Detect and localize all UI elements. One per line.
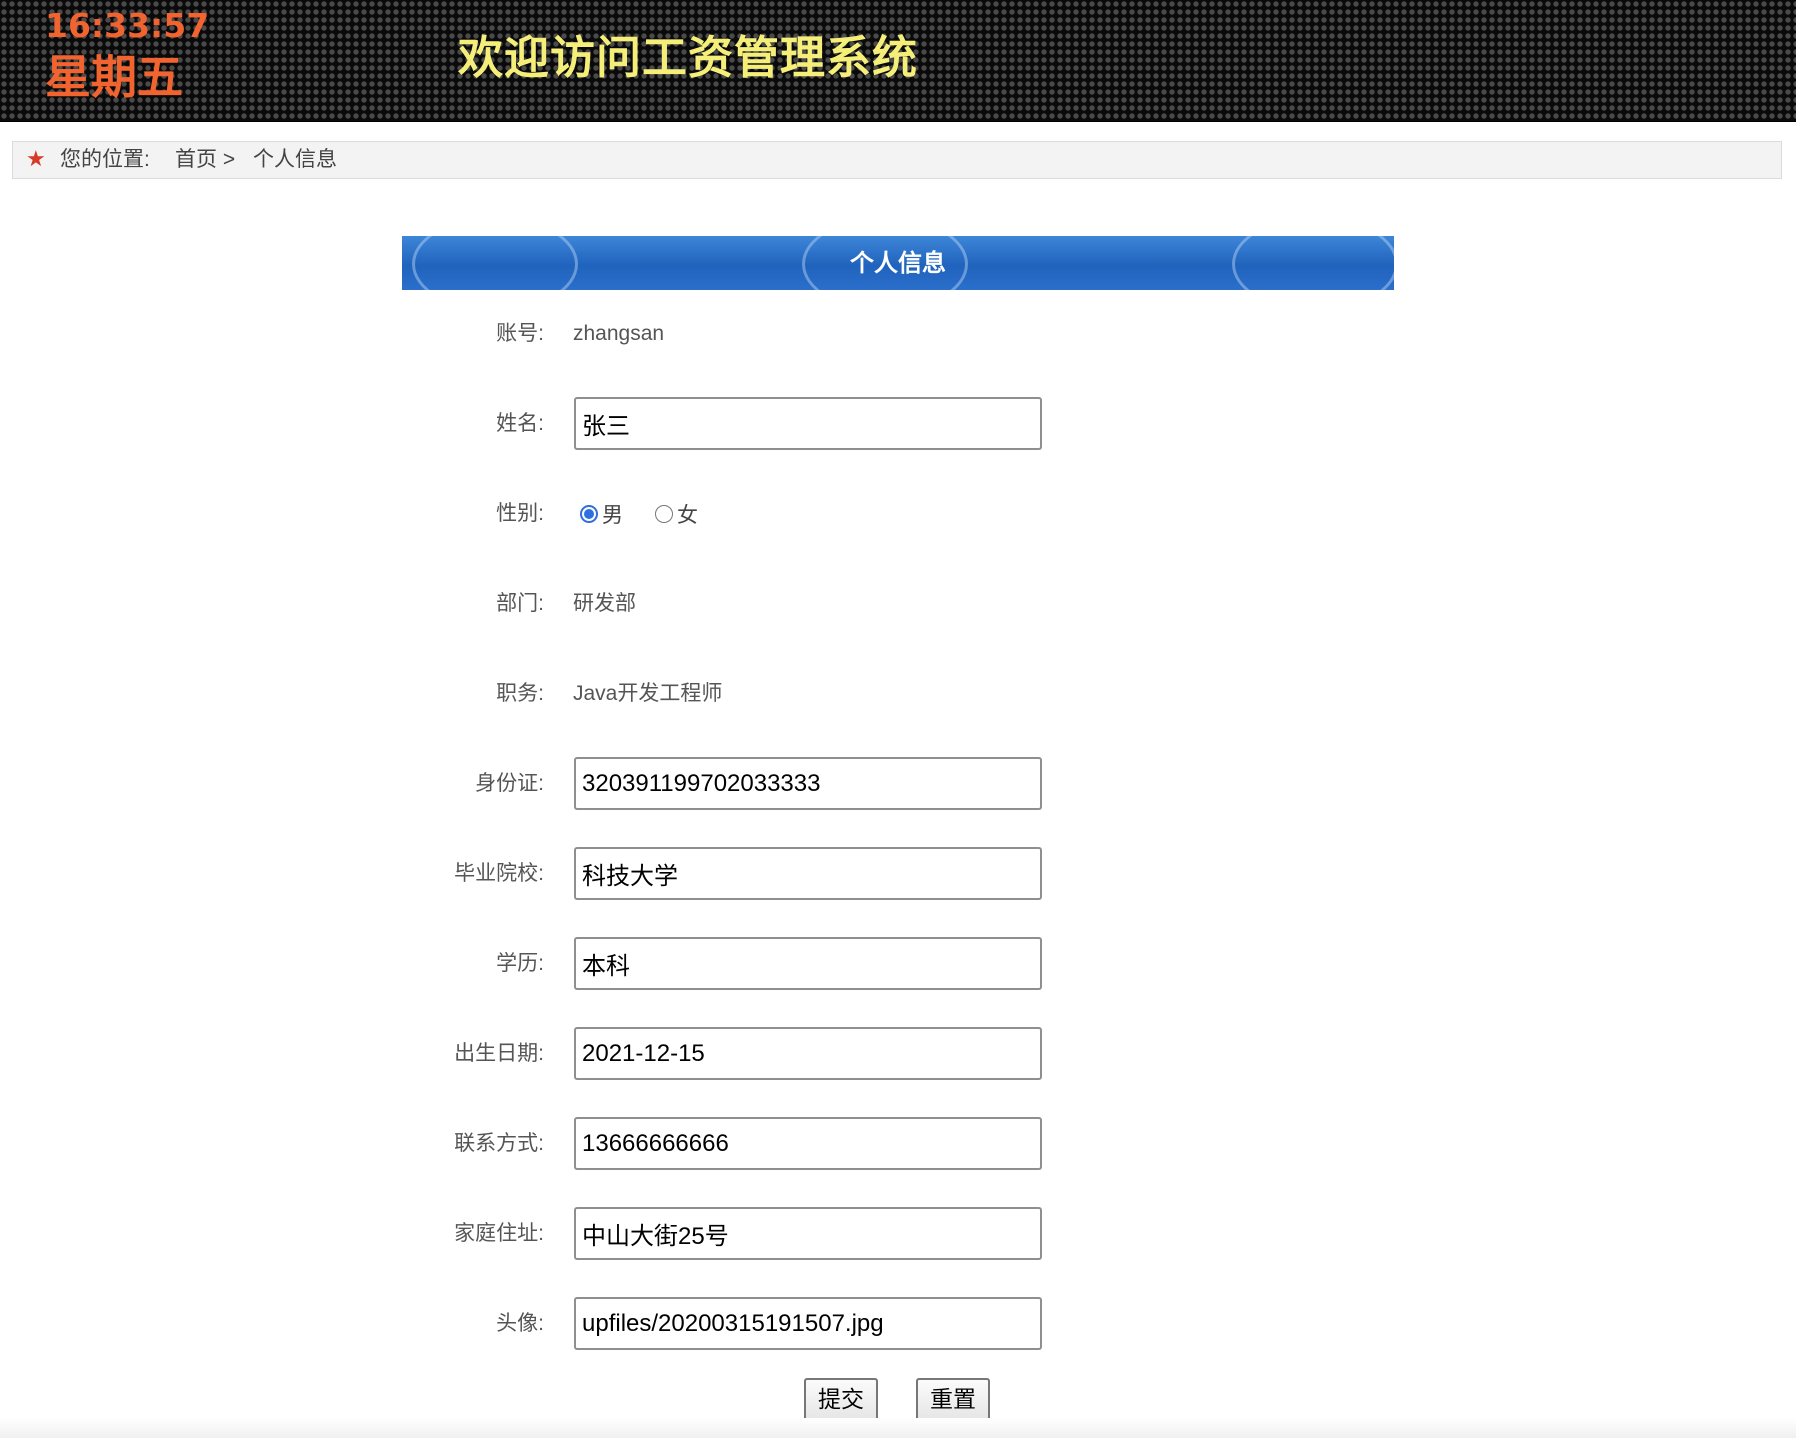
breadcrumb: ★ 您的位置: 首页 > 个人信息 — [12, 141, 1782, 179]
site-header: 16:33:57 星期五 欢迎访问工资管理系统 — [0, 0, 1796, 122]
phone-input[interactable] — [574, 1117, 1042, 1170]
star-icon: ★ — [26, 147, 46, 172]
panel-title: 个人信息 — [850, 249, 946, 277]
birth-date-label: 出生日期: — [454, 1042, 544, 1065]
row-id-card: 身份证: — [402, 757, 1394, 811]
row-address: 家庭住址: — [402, 1207, 1394, 1261]
job-label: 职务: — [496, 682, 544, 705]
row-phone: 联系方式: — [402, 1117, 1394, 1171]
site-title: 欢迎访问工资管理系统 — [458, 31, 919, 84]
reset-button[interactable]: 重置 — [916, 1378, 990, 1421]
job-value: Java开发工程师 — [573, 682, 723, 705]
avatar-input[interactable] — [574, 1297, 1042, 1350]
department-label: 部门: — [496, 592, 544, 615]
id-card-label: 身份证: — [475, 772, 544, 795]
gender-radio-female[interactable] — [655, 505, 673, 523]
education-input[interactable] — [574, 937, 1042, 990]
name-label: 姓名: — [496, 412, 544, 435]
gender-radio-group: 男 女 — [580, 487, 730, 541]
education-label: 学历: — [496, 952, 544, 975]
gender-option-male[interactable]: 男 — [580, 499, 623, 529]
address-label: 家庭住址: — [454, 1222, 544, 1245]
name-input[interactable] — [574, 397, 1042, 450]
school-label: 毕业院校: — [454, 862, 544, 885]
breadcrumb-current: 个人信息 — [253, 148, 337, 171]
gender-option-male-label: 男 — [602, 504, 623, 527]
department-value: 研发部 — [573, 592, 636, 615]
phone-label: 联系方式: — [454, 1132, 544, 1155]
gender-label: 性别: — [496, 502, 544, 525]
avatar-label: 头像: — [496, 1312, 544, 1335]
row-avatar: 头像: — [402, 1297, 1394, 1351]
clock-weekday: 星期五 — [45, 50, 183, 104]
row-education: 学历: — [402, 937, 1394, 991]
breadcrumb-home-link[interactable]: 首页 > — [175, 148, 235, 172]
row-department: 部门: 研发部 — [402, 577, 1394, 631]
account-label: 账号: — [496, 322, 544, 345]
row-name: 姓名: — [402, 397, 1394, 451]
birth-date-input[interactable] — [574, 1027, 1042, 1080]
row-account: 账号: zhangsan — [402, 307, 1394, 361]
clock-time: 16:33:57 — [45, 6, 210, 45]
gender-radio-male[interactable] — [580, 505, 598, 523]
row-gender: 性别: 男 女 — [402, 487, 1394, 541]
panel-header: 个人信息 — [402, 236, 1394, 290]
id-card-input[interactable] — [574, 757, 1042, 810]
account-value: zhangsan — [573, 322, 665, 345]
row-job: 职务: Java开发工程师 — [402, 667, 1394, 721]
row-school: 毕业院校: — [402, 847, 1394, 901]
page-bottom-edge — [0, 1418, 1796, 1438]
row-birth-date: 出生日期: — [402, 1027, 1394, 1081]
gender-option-female[interactable]: 女 — [655, 499, 698, 529]
breadcrumb-prefix: 您的位置: — [60, 148, 150, 171]
submit-button[interactable]: 提交 — [804, 1378, 878, 1421]
address-input[interactable] — [574, 1207, 1042, 1260]
gender-option-female-label: 女 — [677, 504, 698, 527]
school-input[interactable] — [574, 847, 1042, 900]
